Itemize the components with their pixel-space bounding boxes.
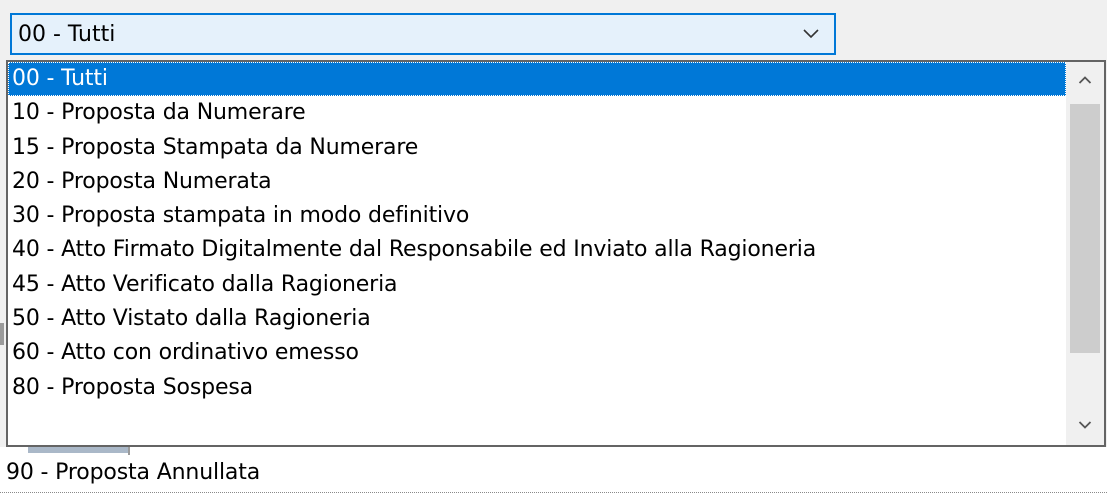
list-option[interactable]: 00 - Tutti xyxy=(8,62,1066,97)
list-option[interactable]: 40 - Atto Firmato Digitalmente dal Respo… xyxy=(8,233,1066,267)
list-option[interactable]: 20 - Proposta Numerata xyxy=(8,165,1066,199)
chevron-up-icon xyxy=(1078,76,1092,84)
list-option[interactable]: 45 - Atto Verificato dalla Ragioneria xyxy=(8,268,1066,302)
scroll-thumb[interactable] xyxy=(1070,104,1100,353)
status-combobox[interactable]: 00 - Tutti xyxy=(10,13,836,55)
background-list-item[interactable]: 90 - Proposta Annullata xyxy=(6,458,260,488)
list-option[interactable]: 60 - Atto con ordinativo emesso xyxy=(8,336,1066,370)
dropdown-list[interactable]: 00 - Tutti 10 - Proposta da Numerare 15 … xyxy=(6,60,1106,447)
scroll-up-button[interactable] xyxy=(1066,62,1104,100)
chevron-down-icon[interactable] xyxy=(802,28,820,40)
divider xyxy=(128,447,130,455)
list-option[interactable]: 80 - Proposta Sospesa xyxy=(8,371,1066,405)
option-list: 00 - Tutti 10 - Proposta da Numerare 15 … xyxy=(8,62,1066,445)
chevron-down-icon xyxy=(1078,421,1092,429)
list-option[interactable]: 15 - Proposta Stampata da Numerare xyxy=(8,131,1066,165)
background-control-edge xyxy=(28,447,128,453)
list-option[interactable]: 50 - Atto Vistato dalla Ragioneria xyxy=(8,302,1066,336)
vertical-scrollbar[interactable] xyxy=(1066,62,1104,445)
focus-dotted-line xyxy=(0,492,1107,493)
list-option[interactable]: 10 - Proposta da Numerare xyxy=(8,96,1066,130)
list-option[interactable]: 30 - Proposta stampata in modo definitiv… xyxy=(8,199,1066,233)
combobox-selected-value: 00 - Tutti xyxy=(18,22,116,47)
scroll-down-button[interactable] xyxy=(1066,407,1104,445)
background-control-edge xyxy=(0,323,4,345)
